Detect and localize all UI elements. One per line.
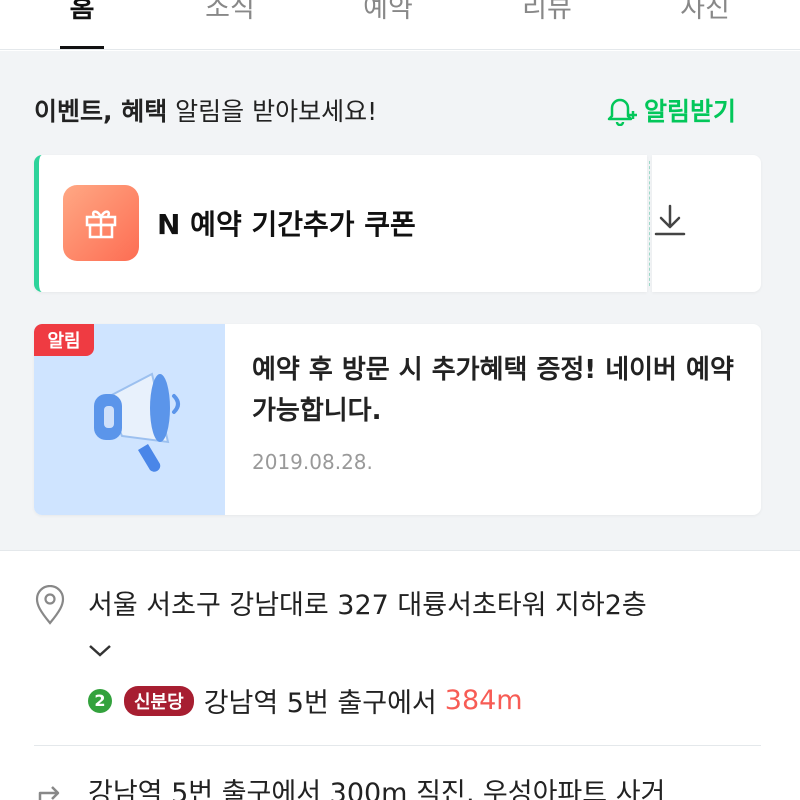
subscribe-alarm-button[interactable]: 알림받기 bbox=[604, 92, 736, 128]
direction-arrow-icon bbox=[34, 777, 66, 800]
subscribe-alarm-label: 알림받기 bbox=[644, 97, 737, 126]
notice-text: 이벤트, 혜택 알림을 받아보세요! bbox=[34, 92, 377, 128]
subway-info: 2 신분당 강남역 5번 출구에서 384m bbox=[88, 681, 523, 720]
station-text: 강남역 5번 출구에서 bbox=[203, 688, 437, 719]
news-date: 2019.08.28. bbox=[252, 450, 373, 474]
alarm-badge: 알림 bbox=[34, 324, 94, 356]
place-info: 서울 서초구 강남대로 327 대륭서초타워 지하2층 2 신분당 강남역 5번… bbox=[0, 550, 800, 800]
location-pin-icon bbox=[34, 584, 66, 629]
station-distance: 384m bbox=[444, 685, 523, 716]
news-card[interactable]: 알림 예약 후 방문 시 추가혜택 증정! 네이버 예약 가능합니다. 2019… bbox=[34, 324, 761, 515]
tab-home[interactable]: 홈 bbox=[22, 0, 142, 25]
news-text: 예약 후 방문 시 추가혜택 증정! 네이버 예약 가능합니다. bbox=[252, 355, 734, 426]
subway-line-badge: 2 bbox=[88, 688, 112, 713]
subway-line-name-badge: 신분당 bbox=[124, 685, 194, 716]
tab-reservation[interactable]: 예약 bbox=[328, 0, 448, 25]
chevron-down-icon[interactable] bbox=[88, 643, 112, 663]
tab-review[interactable]: 리뷰 bbox=[487, 0, 607, 25]
divider bbox=[34, 745, 761, 746]
gift-icon bbox=[63, 185, 139, 261]
coupon-title: N 예약 기간추가 쿠폰 bbox=[157, 208, 416, 241]
download-icon[interactable] bbox=[650, 200, 690, 244]
active-tab-indicator bbox=[60, 46, 104, 49]
address-text: 서울 서초구 강남대로 327 대륭서초타워 지하2층 bbox=[88, 590, 647, 621]
tab-photo[interactable]: 사진 bbox=[645, 0, 765, 25]
notice-bold: 이벤트, 혜택 bbox=[34, 97, 168, 126]
tab-news[interactable]: 소식 bbox=[170, 0, 290, 25]
direction-text: 강남역 5번 출구에서 300m 직진, 우성아파트 사거 bbox=[88, 778, 666, 800]
bell-plus-icon bbox=[607, 98, 637, 126]
coupon-body: N 예약 기간추가 쿠폰 bbox=[34, 155, 647, 292]
tab-bar: 홈 소식 예약 리뷰 사진 bbox=[0, 0, 800, 50]
notice-rest: 알림을 받아보세요! bbox=[167, 97, 378, 126]
